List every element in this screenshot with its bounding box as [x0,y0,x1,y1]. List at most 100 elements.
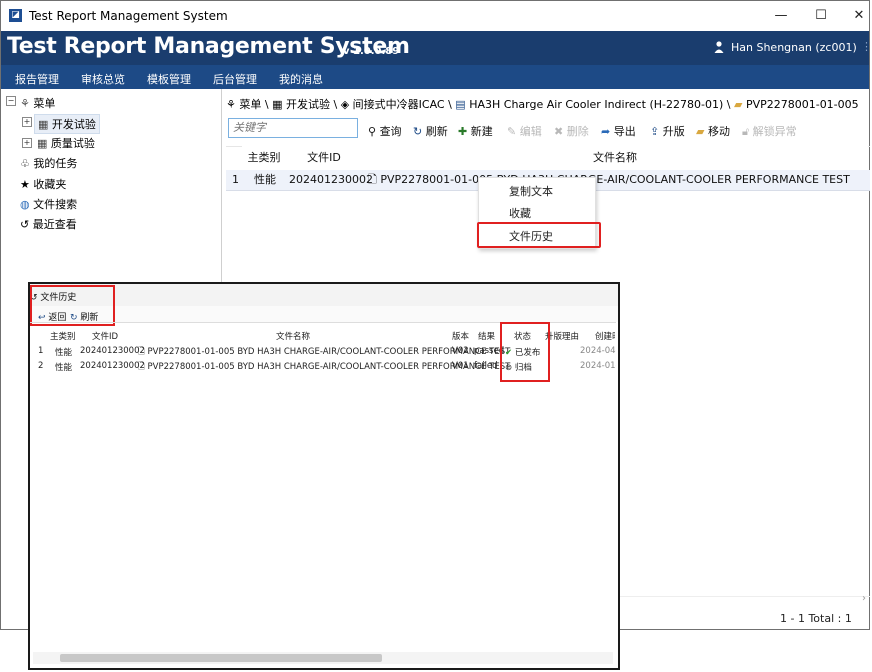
file-icon: 🗋︎ [138,362,145,372]
query-button[interactable]: ⚲ 查询 [368,123,402,139]
edit-button[interactable]: ✎ 编辑 [507,123,542,139]
tree-root[interactable]: ⚘ 菜单 [20,95,55,111]
scrollbar-thumb[interactable] [60,654,382,662]
popup-col-version[interactable]: 版本 [452,330,469,342]
user-icon [714,41,724,53]
delete-label: 删除 [566,125,589,138]
search-icon: ⚲ [368,125,377,138]
query-label: 查询 [379,125,402,138]
column-header-category[interactable]: 主类别 [242,146,286,171]
tree-item-my-tasks[interactable]: ♧ 我的任务 [20,155,77,171]
popup-toolbar [30,306,618,322]
new-button[interactable]: ✚ 新建 [458,123,493,139]
popup-col-created[interactable]: 创建时间 [595,330,615,342]
breadcrumb-item[interactable]: 间接式中冷器ICAC [353,98,445,111]
new-label: 新建 [470,125,493,138]
move-label: 移动 [707,125,730,138]
column-header-file-id[interactable]: 文件ID [286,146,362,171]
tree-item-file-search[interactable]: ◍ 文件搜索 [20,196,77,212]
cube-icon: ◈ [340,98,350,111]
popup-tabbar [30,284,618,306]
tree-item-recent[interactable]: ↺ 最近查看 [20,216,77,232]
move-button[interactable]: ▰ 移动 [696,123,730,139]
menu-template-management[interactable]: 模板管理 [147,71,191,87]
app-header: Test Report Management System v 1.0.0.89… [1,31,872,65]
more-icon[interactable]: ⋮ [861,40,872,53]
menu-review-overview[interactable]: 审核总览 [81,71,125,87]
tree-item-label: 我的任务 [33,157,78,170]
tree-root-icon: ⚘ [20,97,30,110]
refresh-label: 刷新 [425,125,448,138]
column-header-file-name[interactable]: 文件名称 [362,146,868,171]
grid-folder-icon: ▦ [272,98,283,111]
user-name[interactable]: Han Shengnan (zc001) [731,41,857,54]
tree-item-label: 最近查看 [32,218,77,231]
context-favorite[interactable]: 收藏 [509,205,531,221]
menu-report-management[interactable]: 报告管理 [15,71,59,87]
row-result: failed [474,361,498,371]
maximize-button[interactable]: ☐ [811,7,831,25]
star-icon: ★ [20,178,30,191]
row-category: 性能 [55,363,73,373]
new-icon: ✚ [458,125,468,138]
popup-col-category[interactable]: 主类别 [50,330,76,342]
tree-item-label: 收藏夹 [33,178,67,191]
tree-item-quality-test[interactable]: ▦ 质量试验 [37,135,95,151]
move-icon: ▰ [696,125,705,138]
tree-item-label: 开发试验 [51,118,96,131]
row-index: 1 [38,346,44,356]
unlock-label: 解锁异常 [752,125,797,138]
row-file-name-cell[interactable]: 🗋︎ PVP2278001-01-005 BYD HA3H CHARGE-AIR… [368,170,850,190]
breadcrumb-item[interactable]: PVP2278001-01-005 [746,98,859,111]
component-icon: ▤ [455,98,466,111]
refresh-button[interactable]: ↻ 刷新 [413,123,448,139]
collapse-icon[interactable]: − [6,96,16,106]
highlight-box [477,222,601,248]
menu-my-messages[interactable]: 我的消息 [279,71,323,87]
upgrade-icon: ⇪ [650,125,660,138]
edit-icon: ✎ [507,125,517,138]
popup-col-upgrade-reason[interactable]: 升版理由 [545,330,579,342]
window-title: Test Report Management System [29,9,228,23]
row-file-id: 202401230002 [80,346,145,356]
tree-item-favorites[interactable]: ★ 收藏夹 [20,176,66,192]
tree-item-development-test[interactable]: ▦ 开发试验 [34,114,100,134]
chevron-right-icon[interactable]: › [862,593,866,604]
upgrade-label: 升版 [662,125,685,138]
popup-col-result[interactable]: 结果 [478,330,495,342]
export-label: 导出 [613,125,636,138]
popup-col-file-id[interactable]: 文件ID [92,330,118,342]
row-index: 2 [38,361,44,371]
history-icon: ↺ [20,218,30,231]
context-copy-text[interactable]: 复制文本 [509,183,553,199]
title-bar: ◪ Test Report Management System — ☐ ✕ [1,1,869,31]
file-icon: 🗋︎ [138,347,145,357]
unlock-button[interactable]: 🔓︎ 解锁异常 [742,123,797,139]
app-version: v 1.0.0.89 [343,46,400,57]
upgrade-button[interactable]: ⇪ 升版 [650,123,685,139]
menu-backend-management[interactable]: 后台管理 [213,71,257,87]
export-icon: ➦ [601,125,611,138]
delete-button[interactable]: ✖ 删除 [554,123,589,139]
edit-label: 编辑 [519,125,542,138]
folder-icon: ▰ [733,98,743,111]
tree-root-label: 菜单 [33,97,56,110]
expand-icon[interactable]: + [22,138,32,148]
breadcrumb-item[interactable]: HA3H Charge Air Cooler Indirect (H-22780… [469,98,723,111]
search-input[interactable] [228,118,358,138]
popup-col-file-name[interactable]: 文件名称 [276,330,310,342]
breadcrumb: ⚘ 菜单 \ ▦ 开发试验 \ ◈ 间接式中冷器ICAC \ ▤ HA3H Ch… [226,98,859,111]
export-button[interactable]: ➦ 导出 [601,123,636,139]
breadcrumb-item[interactable]: 菜单 [239,98,261,111]
row-index: 1 [232,173,239,186]
minimize-button[interactable]: — [771,7,791,25]
row-version: V01 [452,361,469,371]
row-file-name: PVP2278001-01-005 BYD HA3H CHARGE-AIR/CO… [380,173,850,186]
close-button[interactable]: ✕ [849,7,869,25]
breadcrumb-item[interactable]: 开发试验 [286,98,330,111]
delete-icon: ✖ [554,125,564,138]
tasks-icon: ♧ [20,157,30,170]
file-icon: 🗋︎ [368,173,377,186]
expand-icon[interactable]: + [22,117,32,127]
tree-item-label: 文件搜索 [33,198,78,211]
